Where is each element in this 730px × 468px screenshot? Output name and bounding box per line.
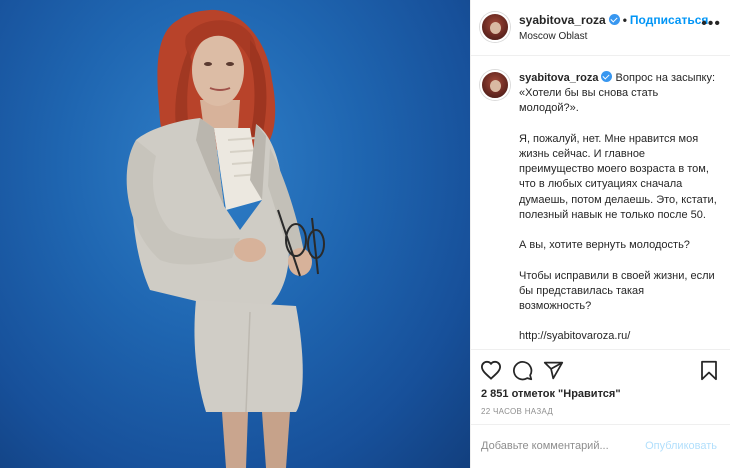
likes-count[interactable]: 2 851 отметок "Нравится" [481, 388, 621, 400]
caption-section: syabitova_roza Вопрос на засыпку: «Хотел… [471, 57, 730, 349]
publish-button[interactable]: Опубликовать [645, 440, 717, 452]
bookmark-icon[interactable] [700, 360, 718, 381]
verified-badge-icon [608, 14, 620, 25]
comment-bar: Опубликовать [471, 424, 730, 468]
action-bar [471, 349, 730, 389]
separator-dot: • [622, 13, 627, 27]
username-text[interactable]: syabitova_roza [519, 13, 606, 27]
post-header: syabitova_roza • Подписаться Moscow Oblast… [471, 0, 730, 56]
avatar[interactable] [480, 12, 510, 42]
post-photo[interactable] [0, 0, 470, 468]
caption-username[interactable]: syabitova_roza [519, 72, 598, 84]
post-side-panel: syabitova_roza • Подписаться Moscow Oblast… [470, 0, 730, 468]
follow-button[interactable]: Подписаться [630, 13, 708, 27]
heart-icon[interactable] [480, 360, 502, 380]
caption-avatar[interactable] [480, 70, 510, 100]
woman-in-suit-illustration [126, 9, 325, 468]
post-timestamp[interactable]: 22 ЧАСОВ НАЗАД [481, 407, 553, 416]
caption-text: syabitova_roza Вопрос на засыпку: «Хотел… [519, 71, 719, 345]
comment-input[interactable] [481, 438, 641, 454]
more-options-icon[interactable]: ••• [701, 16, 721, 32]
verified-badge-icon [601, 71, 613, 82]
location-link[interactable]: Moscow Oblast [519, 31, 587, 42]
caption-body: Вопрос на засыпку: «Хотели бы вы снова с… [519, 72, 717, 343]
share-icon[interactable] [543, 360, 564, 381]
username-link[interactable]: syabitova_roza • Подписаться [519, 13, 708, 27]
comment-icon[interactable] [512, 360, 533, 381]
